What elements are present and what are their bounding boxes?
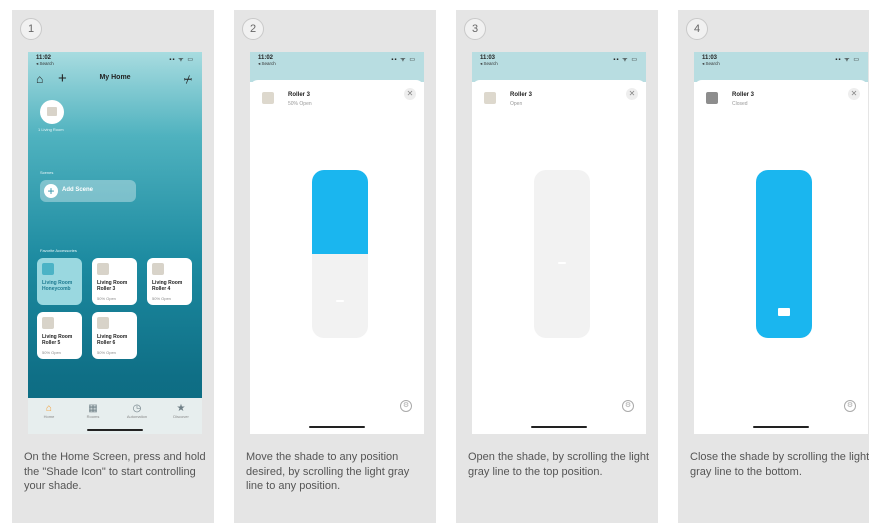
signal-wifi-battery-icons: ▪▪ ᯤ ▭ xyxy=(613,57,638,63)
step-caption: Open the shade, by scrolling the light g… xyxy=(468,451,650,478)
accessory-state: 50% Open xyxy=(288,101,312,107)
accessory-name: Roller 3 xyxy=(288,92,311,98)
tile-status: 50% Open xyxy=(42,350,61,355)
tab-label: Home xyxy=(43,414,55,419)
shade-position-slider[interactable] xyxy=(312,170,368,338)
signal-wifi-battery-icons: ▪▪ ᯤ ▭ xyxy=(169,57,194,63)
accessory-tile-roller-5[interactable]: Living Room Roller 5 50% Open xyxy=(37,312,82,359)
home-tab-icon: ⌂ xyxy=(45,403,53,414)
home-title: My Home xyxy=(99,74,131,81)
back-to-search-link[interactable]: ◂ Search xyxy=(258,61,276,67)
home-indicator xyxy=(309,426,365,428)
accessory-state: Open xyxy=(510,101,523,107)
add-scene-plus-icon: + xyxy=(44,184,58,198)
rooms-tab-icon: ▦ xyxy=(88,403,98,414)
slider-handle[interactable] xyxy=(558,262,566,264)
back-to-search-link[interactable]: ◂ Search xyxy=(480,61,498,67)
shade-control-screen: 11:03 ◂ Search ▪▪ ᯤ ▭ Roller 3 Closed ✕ … xyxy=(694,52,868,434)
step-panel-3: 3 11:03 ◂ Search ▪▪ ᯤ ▭ Roller 3 Open ✕ … xyxy=(456,10,658,523)
status-bar: 11:03 ◂ Search ▪▪ ᯤ ▭ xyxy=(694,52,868,68)
status-bar: 11:03 ◂ Search ▪▪ ᯤ ▭ xyxy=(472,52,646,68)
close-icon[interactable]: ✕ xyxy=(848,88,860,100)
shade-control-screen: 11:02 ◂ Search ▪▪ ᯤ ▭ Roller 3 50% Open … xyxy=(250,52,424,434)
home-nav-bar: ⌂ + My Home ꟷ̸ xyxy=(28,70,202,90)
signal-wifi-battery-icons: ▪▪ ᯤ ▭ xyxy=(835,57,860,63)
tab-label: Automation xyxy=(126,414,148,419)
tile-status: 50% Open xyxy=(97,350,116,355)
shade-fill xyxy=(312,170,368,254)
step-number-badge: 2 xyxy=(242,18,264,40)
room-status-caption: 1 Living Room xyxy=(38,127,64,132)
accessory-detail-card: Roller 3 Closed ✕ ⚙ xyxy=(694,80,868,434)
tab-discover[interactable]: ★ Discover xyxy=(164,403,198,419)
step-panel-2: 2 11:02 ◂ Search ▪▪ ᯤ ▭ Roller 3 50% Ope… xyxy=(234,10,436,523)
tile-status: 50% Open xyxy=(97,296,116,301)
tab-rooms[interactable]: ▦ Rooms xyxy=(76,403,110,419)
shade-icon xyxy=(42,317,54,329)
add-scene-label: Add Scene xyxy=(62,187,94,193)
accessory-tile-roller-6[interactable]: Living Room Roller 6 50% Open xyxy=(92,312,137,359)
settings-gear-icon[interactable]: ⚙ xyxy=(400,400,412,412)
status-bar: 11:02 ◂ Search ▪▪ ᯤ ▭ xyxy=(28,52,202,68)
accessory-name: Roller 3 xyxy=(510,92,533,98)
shade-icon xyxy=(484,92,496,104)
status-bar: 11:02 ◂ Search ▪▪ ᯤ ▭ xyxy=(250,52,424,68)
discover-tab-icon: ★ xyxy=(176,403,186,414)
shade-position-slider[interactable] xyxy=(756,170,812,338)
settings-gear-icon[interactable]: ⚙ xyxy=(844,400,856,412)
accessory-detail-card: Roller 3 50% Open ✕ ⚙ xyxy=(250,80,424,434)
accessory-tile-honeycomb[interactable]: Living Room Honeycomb xyxy=(37,258,82,305)
tab-bar: ⌂ Home ▦ Rooms ◷ Automation ★ Discover xyxy=(28,398,202,434)
step-caption: Close the shade by scrolling the light g… xyxy=(690,451,869,478)
slider-handle[interactable] xyxy=(336,300,344,302)
shade-icon xyxy=(706,92,718,104)
accessory-state: Closed xyxy=(732,101,748,107)
accessory-tile-roller-4[interactable]: Living Room Roller 4 50% Open xyxy=(147,258,192,305)
shade-icon xyxy=(97,263,109,275)
step-panel-1: 1 11:02 ◂ Search ▪▪ ᯤ ▭ ⌂ + My Home ꟷ̸ 1… xyxy=(12,10,214,523)
close-icon[interactable]: ✕ xyxy=(626,88,638,100)
shade-position-slider[interactable] xyxy=(534,170,590,338)
home-indicator xyxy=(531,426,587,428)
add-scene-button[interactable]: + Add Scene xyxy=(40,180,136,202)
tab-home[interactable]: ⌂ Home xyxy=(32,403,66,419)
close-icon[interactable]: ✕ xyxy=(404,88,416,100)
voice-icon[interactable]: ꟷ̸ xyxy=(184,72,192,86)
tile-status: 50% Open xyxy=(152,296,171,301)
back-to-search-link[interactable]: ◂ Search xyxy=(702,61,720,67)
shade-icon xyxy=(42,263,54,275)
shade-icon xyxy=(97,317,109,329)
shade-control-screen: 11:03 ◂ Search ▪▪ ᯤ ▭ Roller 3 Open ✕ ⚙ xyxy=(472,52,646,434)
closed-shade-icon xyxy=(778,308,790,316)
automation-tab-icon: ◷ xyxy=(132,403,142,414)
tile-name: Living Room Roller 6 xyxy=(97,334,128,346)
step-number-badge: 1 xyxy=(20,18,42,40)
step-number-badge: 3 xyxy=(464,18,486,40)
accessory-detail-card: Roller 3 Open ✕ ⚙ xyxy=(472,80,646,434)
tab-label: Rooms xyxy=(86,414,100,419)
shade-icon xyxy=(152,263,164,275)
home-indicator xyxy=(753,426,809,428)
favorite-accessories-label: Favorite Accessories xyxy=(40,248,77,253)
tile-name: Living Room Honeycomb xyxy=(42,280,73,292)
tile-name: Living Room Roller 4 xyxy=(152,280,183,292)
room-status-button[interactable] xyxy=(40,100,64,124)
accessory-name: Roller 3 xyxy=(732,92,755,98)
shade-icon xyxy=(262,92,274,104)
home-screen: 11:02 ◂ Search ▪▪ ᯤ ▭ ⌂ + My Home ꟷ̸ 1 L… xyxy=(28,52,202,434)
back-to-search-link[interactable]: ◂ Search xyxy=(36,61,54,67)
tile-name: Living Room Roller 3 xyxy=(97,280,128,292)
step-caption: On the Home Screen, press and hold the "… xyxy=(24,451,206,492)
tab-automation[interactable]: ◷ Automation xyxy=(120,403,154,419)
settings-gear-icon[interactable]: ⚙ xyxy=(622,400,634,412)
step-number-badge: 4 xyxy=(686,18,708,40)
step-panel-4: 4 11:03 ◂ Search ▪▪ ᯤ ▭ Roller 3 Closed … xyxy=(678,10,869,523)
home-indicator xyxy=(87,429,143,431)
step-caption: Move the shade to any position desired, … xyxy=(246,451,410,492)
tile-name: Living Room Roller 5 xyxy=(42,334,73,346)
accessory-tile-roller-3[interactable]: Living Room Roller 3 50% Open xyxy=(92,258,137,305)
tab-label: Discover xyxy=(173,414,189,419)
scenes-label: Scenes xyxy=(40,170,54,175)
signal-wifi-battery-icons: ▪▪ ᯤ ▭ xyxy=(391,57,416,63)
